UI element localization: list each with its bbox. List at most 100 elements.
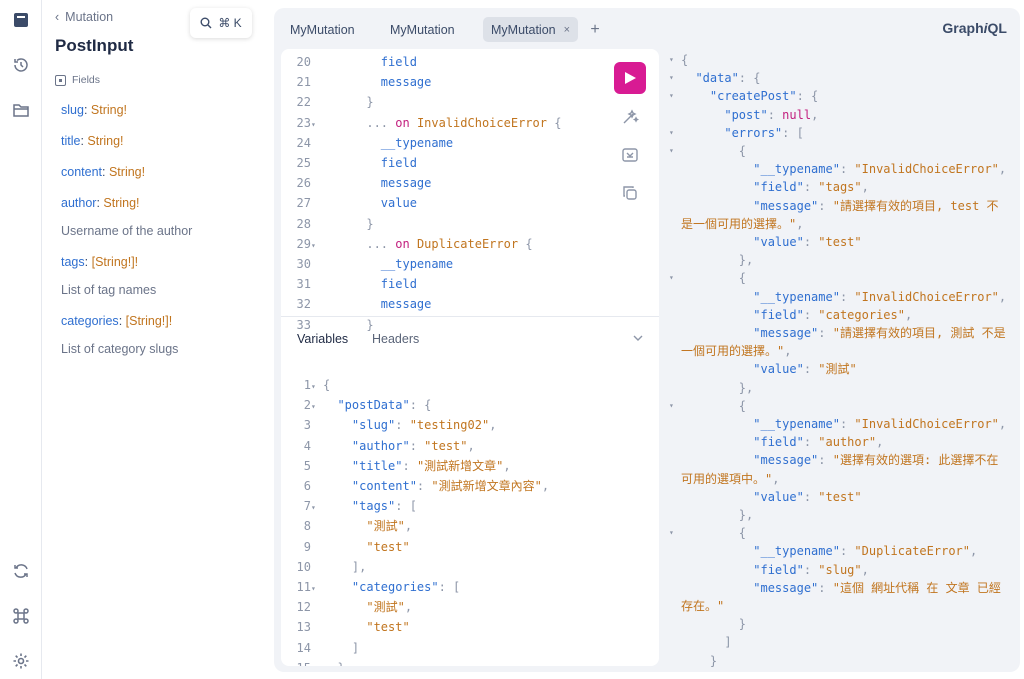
tab-headers[interactable]: Headers xyxy=(372,332,419,346)
result-text: "message": "請選擇有效的項目, 測試 不是 xyxy=(681,324,1005,342)
fold-caret-icon[interactable]: ▾ xyxy=(311,398,323,416)
code-token: , xyxy=(904,307,913,322)
fold-caret-icon[interactable]: ▾ xyxy=(311,378,323,396)
field-type[interactable]: String! xyxy=(103,196,139,210)
play-icon xyxy=(624,72,636,84)
result-text: "data": { xyxy=(681,69,760,87)
copy-query-icon[interactable] xyxy=(621,184,639,202)
code-token: "testing02" xyxy=(409,418,490,433)
explorer-icon[interactable] xyxy=(9,98,33,122)
back-link[interactable]: ‹ Mutation xyxy=(55,10,113,24)
prettify-icon[interactable] xyxy=(621,108,640,126)
result-text: "value": "test" xyxy=(681,488,862,506)
field-type[interactable]: String! xyxy=(87,134,123,148)
tab-variables[interactable]: Variables xyxy=(297,332,348,346)
result-text: "field": "slug", xyxy=(681,561,869,579)
add-tab-button[interactable]: + xyxy=(586,17,604,42)
code-token: 是一個可用的選擇。" xyxy=(681,216,797,231)
code-token: on xyxy=(395,115,417,130)
fold-caret-icon[interactable]: ▾ xyxy=(669,69,674,87)
code-line: 2▾ "postData": { xyxy=(281,396,659,416)
field-type[interactable]: String! xyxy=(91,103,127,117)
fold-gutter xyxy=(311,600,323,618)
code-token: message xyxy=(323,297,432,312)
code-token: { xyxy=(518,236,533,251)
result-text: 是一個可用的選擇。", xyxy=(681,215,803,233)
code-token: "test" xyxy=(818,235,862,249)
query-code[interactable]: 20 field 21 message 22 } 23▾ ... on Invalid… xyxy=(281,53,659,336)
fold-caret-icon[interactable]: ▾ xyxy=(311,580,323,598)
code-token: "測試" xyxy=(323,600,405,615)
field-name[interactable]: categories xyxy=(61,314,119,328)
line-number: 20 xyxy=(296,55,311,69)
fold-caret-icon[interactable]: ▾ xyxy=(669,124,674,142)
field-tags[interactable]: tags: [String!]! xyxy=(61,255,138,269)
fold-caret-icon[interactable]: ▾ xyxy=(669,397,674,415)
refetch-schema-icon[interactable] xyxy=(9,559,33,583)
code-token: , xyxy=(861,562,869,577)
fold-gutter xyxy=(311,277,323,295)
tab-mymutation-2[interactable]: MyMutation xyxy=(382,17,463,42)
code-line: 21 message xyxy=(281,73,659,93)
line-number: 21 xyxy=(296,75,311,90)
field-name[interactable]: content xyxy=(61,165,102,179)
fold-caret-icon[interactable]: ▾ xyxy=(669,269,674,287)
fold-gutter xyxy=(311,439,323,457)
code-token: : xyxy=(818,580,833,595)
execute-query-button[interactable] xyxy=(614,62,646,94)
field-author[interactable]: author: String! xyxy=(61,196,140,210)
merge-fragments-icon[interactable] xyxy=(621,146,639,164)
tab-mymutation-1[interactable]: MyMutation xyxy=(282,17,363,42)
result-text: ] xyxy=(681,633,731,651)
query-editor[interactable]: 20 field 21 message 22 } 23▾ ... on Invalid… xyxy=(281,49,659,666)
line-number: 3 xyxy=(303,418,311,433)
code-token: "測試新增文章內容" xyxy=(431,479,542,494)
close-tab-icon[interactable]: × xyxy=(564,24,570,36)
settings-icon[interactable] xyxy=(9,649,33,673)
fold-caret-icon[interactable]: ▾ xyxy=(669,142,674,160)
shortcuts-icon[interactable] xyxy=(9,604,33,628)
code-token: "InvalidChoiceError" xyxy=(854,162,999,177)
field-name[interactable]: author xyxy=(61,196,96,210)
fold-caret-icon[interactable]: ▾ xyxy=(669,87,674,105)
line-number: 6 xyxy=(303,479,311,494)
result-text: "value": "測試" xyxy=(681,360,857,378)
result-text: "__typename": "DuplicateError", xyxy=(681,542,977,560)
fold-caret-icon[interactable]: ▾ xyxy=(669,51,674,69)
tab-mymutation-3[interactable]: MyMutation × xyxy=(483,17,579,42)
variables-code[interactable]: 1▾{2▾ "postData": {3 "slug": "testing02"… xyxy=(281,376,659,666)
code-token: DuplicateError xyxy=(416,236,519,251)
result-text: }, xyxy=(681,379,753,397)
search-button[interactable]: ⌘ K xyxy=(190,8,252,38)
field-type[interactable]: String! xyxy=(109,165,145,179)
docs-icon[interactable] xyxy=(9,8,33,32)
code-token: : xyxy=(839,289,855,304)
chevron-down-icon[interactable] xyxy=(632,332,644,344)
line-number: 12 xyxy=(296,600,311,615)
field-content[interactable]: content: String! xyxy=(61,165,145,179)
field-type[interactable]: [String!]! xyxy=(126,314,173,328)
line-number: 1 xyxy=(303,378,311,392)
field-name[interactable]: slug xyxy=(61,103,84,117)
code-token: } xyxy=(323,317,374,332)
field-type[interactable]: [String!]! xyxy=(92,255,139,269)
code-token: : xyxy=(416,479,432,494)
field-name[interactable]: title xyxy=(61,134,80,148)
code-token: ... xyxy=(323,236,396,251)
code-token: , xyxy=(541,479,550,494)
fold-caret-icon[interactable]: ▾ xyxy=(311,499,323,517)
field-title[interactable]: title: String! xyxy=(61,134,124,148)
field-slug[interactable]: slug: String! xyxy=(61,103,127,117)
code-token: : { xyxy=(796,89,819,104)
fold-caret-icon[interactable]: ▾ xyxy=(669,524,674,542)
fold-caret-icon[interactable]: ▾ xyxy=(311,237,323,255)
result-text: "field": "author", xyxy=(681,433,883,451)
field-categories[interactable]: categories: [String!]! xyxy=(61,314,172,328)
field-name[interactable]: tags xyxy=(61,255,85,269)
history-icon[interactable] xyxy=(9,53,33,77)
code-token: "test" xyxy=(818,489,862,504)
fold-caret-icon[interactable]: ▾ xyxy=(311,116,323,134)
code-token: "author" xyxy=(323,438,410,453)
result-text: "errors": [ xyxy=(681,124,804,142)
code-token: , xyxy=(861,180,869,195)
